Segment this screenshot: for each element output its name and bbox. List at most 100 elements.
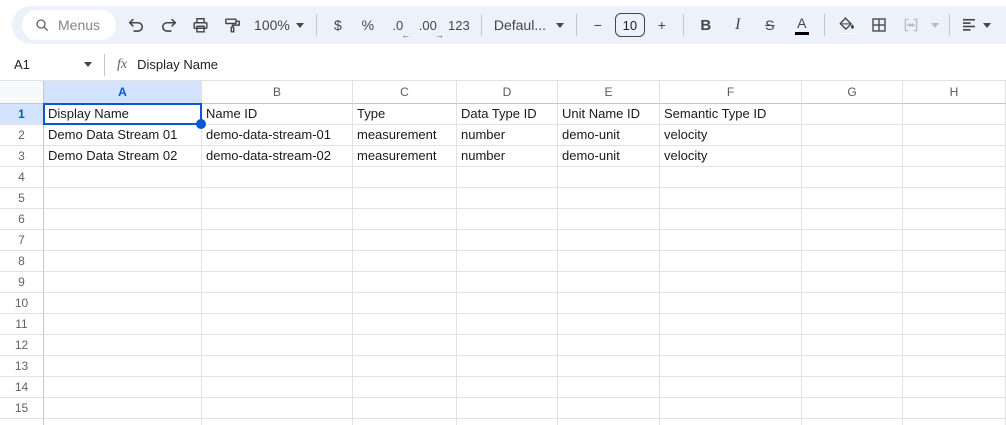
cell-A10[interactable] xyxy=(44,293,202,314)
cell-D7[interactable] xyxy=(457,230,558,251)
cell-C10[interactable] xyxy=(353,293,457,314)
cell-B14[interactable] xyxy=(202,377,353,398)
cell-A9[interactable] xyxy=(44,272,202,293)
cell-C3[interactable]: measurement xyxy=(353,146,457,167)
row-header-13[interactable]: 13 xyxy=(0,356,44,377)
print-button[interactable] xyxy=(184,9,216,41)
cell-C15[interactable] xyxy=(353,398,457,419)
cell-H9[interactable] xyxy=(903,272,1006,293)
cell-G15[interactable] xyxy=(802,398,903,419)
italic-button[interactable]: I xyxy=(722,9,754,41)
cell-E4[interactable] xyxy=(558,167,660,188)
row-header-3[interactable]: 3 xyxy=(0,146,44,167)
column-header-C[interactable]: C xyxy=(353,81,457,104)
cell-E1[interactable]: Unit Name ID xyxy=(558,104,660,125)
fill-handle[interactable] xyxy=(196,119,206,129)
column-header-H[interactable]: H xyxy=(903,81,1006,104)
row-header-16[interactable] xyxy=(0,419,44,425)
cell-B15[interactable] xyxy=(202,398,353,419)
cell-H16[interactable] xyxy=(903,419,1006,425)
cell-C14[interactable] xyxy=(353,377,457,398)
cell-A11[interactable] xyxy=(44,314,202,335)
cell-F11[interactable] xyxy=(660,314,802,335)
cell-D3[interactable]: number xyxy=(457,146,558,167)
select-all-corner[interactable] xyxy=(0,81,44,104)
row-header-12[interactable]: 12 xyxy=(0,335,44,356)
cell-G9[interactable] xyxy=(802,272,903,293)
cell-H8[interactable] xyxy=(903,251,1006,272)
cell-F10[interactable] xyxy=(660,293,802,314)
cell-E16[interactable] xyxy=(558,419,660,425)
cell-H12[interactable] xyxy=(903,335,1006,356)
cell-G13[interactable] xyxy=(802,356,903,377)
font-size-input[interactable]: 10 xyxy=(615,13,645,37)
cell-C1[interactable]: Type xyxy=(353,104,457,125)
increase-decimal-button[interactable]: .00→ xyxy=(413,9,443,41)
cell-E5[interactable] xyxy=(558,188,660,209)
row-header-10[interactable]: 10 xyxy=(0,293,44,314)
cell-C12[interactable] xyxy=(353,335,457,356)
row-header-11[interactable]: 11 xyxy=(0,314,44,335)
cell-E7[interactable] xyxy=(558,230,660,251)
cell-A5[interactable] xyxy=(44,188,202,209)
cell-A13[interactable] xyxy=(44,356,202,377)
cell-B3[interactable]: demo-data-stream-02 xyxy=(202,146,353,167)
cell-G14[interactable] xyxy=(802,377,903,398)
cell-D11[interactable] xyxy=(457,314,558,335)
cell-F12[interactable] xyxy=(660,335,802,356)
increase-font-size-button[interactable]: + xyxy=(647,9,677,41)
column-header-G[interactable]: G xyxy=(802,81,903,104)
row-header-5[interactable]: 5 xyxy=(0,188,44,209)
cell-G6[interactable] xyxy=(802,209,903,230)
cell-B11[interactable] xyxy=(202,314,353,335)
cell-D16[interactable] xyxy=(457,419,558,425)
cell-E9[interactable] xyxy=(558,272,660,293)
cell-A6[interactable] xyxy=(44,209,202,230)
cell-D9[interactable] xyxy=(457,272,558,293)
menus-search[interactable]: Menus xyxy=(22,10,116,40)
cell-A4[interactable] xyxy=(44,167,202,188)
row-header-8[interactable]: 8 xyxy=(0,251,44,272)
cell-A8[interactable] xyxy=(44,251,202,272)
cell-D4[interactable] xyxy=(457,167,558,188)
cell-B7[interactable] xyxy=(202,230,353,251)
merge-cells-button[interactable] xyxy=(895,9,927,41)
row-header-6[interactable]: 6 xyxy=(0,209,44,230)
cell-D8[interactable] xyxy=(457,251,558,272)
cell-A12[interactable] xyxy=(44,335,202,356)
cell-E8[interactable] xyxy=(558,251,660,272)
decrease-font-size-button[interactable]: − xyxy=(583,9,613,41)
cell-D12[interactable] xyxy=(457,335,558,356)
column-header-F[interactable]: F xyxy=(660,81,802,104)
column-header-D[interactable]: D xyxy=(457,81,558,104)
cell-F1[interactable]: Semantic Type ID xyxy=(660,104,802,125)
cell-F3[interactable]: velocity xyxy=(660,146,802,167)
cell-E12[interactable] xyxy=(558,335,660,356)
cell-E3[interactable]: demo-unit xyxy=(558,146,660,167)
cell-H10[interactable] xyxy=(903,293,1006,314)
cell-B4[interactable] xyxy=(202,167,353,188)
cell-H4[interactable] xyxy=(903,167,1006,188)
row-header-1[interactable]: 1 xyxy=(0,104,44,125)
cell-G5[interactable] xyxy=(802,188,903,209)
cell-A15[interactable] xyxy=(44,398,202,419)
cell-F7[interactable] xyxy=(660,230,802,251)
cell-F14[interactable] xyxy=(660,377,802,398)
cell-G16[interactable] xyxy=(802,419,903,425)
cell-G11[interactable] xyxy=(802,314,903,335)
cell-C4[interactable] xyxy=(353,167,457,188)
horizontal-align-button[interactable] xyxy=(956,9,996,41)
cell-H15[interactable] xyxy=(903,398,1006,419)
cell-C9[interactable] xyxy=(353,272,457,293)
row-header-15[interactable]: 15 xyxy=(0,398,44,419)
cell-H5[interactable] xyxy=(903,188,1006,209)
cell-F16[interactable] xyxy=(660,419,802,425)
cell-G2[interactable] xyxy=(802,125,903,146)
cell-F5[interactable] xyxy=(660,188,802,209)
cell-C2[interactable]: measurement xyxy=(353,125,457,146)
cell-G12[interactable] xyxy=(802,335,903,356)
cell-B10[interactable] xyxy=(202,293,353,314)
cell-B12[interactable] xyxy=(202,335,353,356)
cell-E10[interactable] xyxy=(558,293,660,314)
cell-E14[interactable] xyxy=(558,377,660,398)
